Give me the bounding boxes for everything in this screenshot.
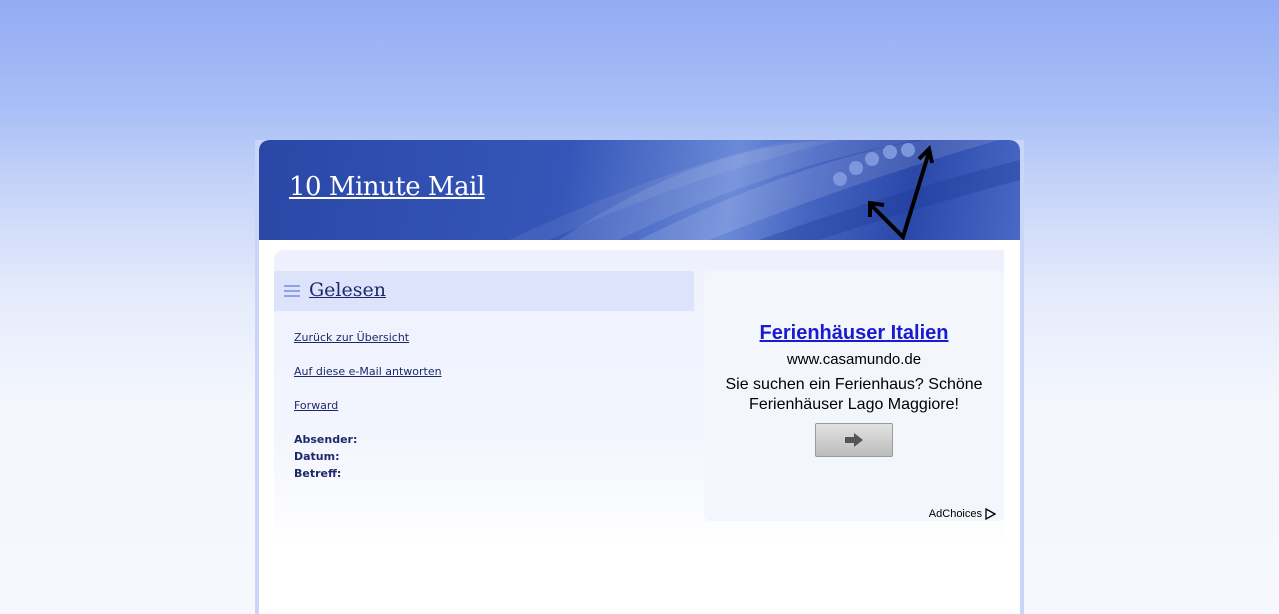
dot-3 bbox=[865, 152, 879, 166]
dot-1 bbox=[833, 172, 847, 186]
adchoices-icon bbox=[985, 508, 996, 520]
section-title[interactable]: Gelesen bbox=[309, 279, 386, 301]
ad-url: www.casamundo.de bbox=[786, 351, 922, 368]
adchoices-link[interactable]: AdChoices bbox=[929, 508, 996, 520]
dot-4 bbox=[883, 145, 897, 159]
mail-panel: Gelesen Zurück zur Übersicht Auf diese e… bbox=[274, 271, 694, 551]
ad-description: Sie suchen ein Ferienhaus? Schöne Ferien… bbox=[725, 376, 983, 413]
forward-link[interactable]: Forward bbox=[294, 399, 338, 412]
section-header: Gelesen bbox=[274, 271, 694, 311]
ad-title-link[interactable]: Ferienhäuser Italien bbox=[704, 322, 1004, 345]
page-container: 10 Minute Mail Gelesen Zurück zur Übersi… bbox=[259, 140, 1020, 614]
dot-2 bbox=[849, 161, 863, 175]
reply-link[interactable]: Auf diese e-Mail antworten bbox=[294, 365, 442, 378]
site-title-link[interactable]: 10 Minute Mail bbox=[289, 172, 485, 202]
date-label: Datum: bbox=[294, 450, 340, 463]
subject-label: Betreff: bbox=[294, 467, 342, 480]
menu-lines-icon bbox=[284, 285, 300, 297]
sender-label: Absender: bbox=[294, 433, 358, 446]
back-to-overview-link[interactable]: Zurück zur Übersicht bbox=[294, 331, 409, 344]
ad-box: Ferienhäuser Italien www.casamundo.de Si… bbox=[704, 271, 1004, 521]
arrow-right-icon bbox=[845, 433, 863, 447]
header-banner: 10 Minute Mail bbox=[259, 140, 1020, 240]
adchoices-label: AdChoices bbox=[928, 508, 982, 520]
ad-go-button[interactable] bbox=[815, 423, 893, 457]
dot-5 bbox=[901, 143, 915, 157]
